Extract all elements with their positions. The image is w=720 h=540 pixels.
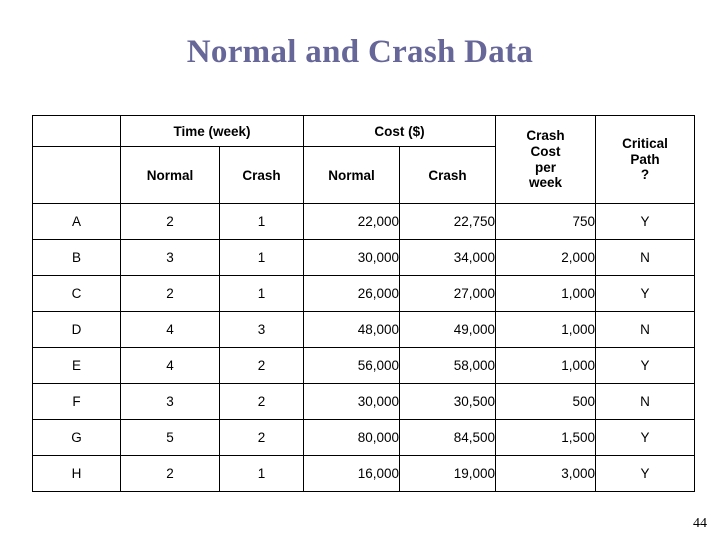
cell-cost-crash: 19,000: [399, 455, 497, 492]
header-critical-path-line-1: Critical: [622, 135, 668, 151]
cell-activity: B: [32, 239, 121, 276]
table-row: A 2 1 22,000 22,750 750 Y: [32, 203, 696, 240]
cell-time-normal: 2: [120, 203, 220, 240]
cell-time-crash: 2: [218, 347, 305, 384]
cell-cost-crash: 34,000: [399, 239, 497, 276]
cell-time-normal: 2: [120, 275, 220, 312]
cell-time-crash: 1: [218, 275, 305, 312]
cell-critical-path: Y: [595, 275, 696, 312]
header-time-week: Time (week): [119, 115, 305, 147]
cell-time-crash: 1: [218, 203, 305, 240]
cell-activity: G: [32, 419, 121, 456]
cell-activity: F: [32, 383, 121, 420]
header-critical-path: Critical Path ?: [595, 115, 696, 204]
cell-time-normal: 3: [120, 239, 220, 276]
cell-critical-path: N: [595, 239, 696, 276]
slide-page-number: 44: [693, 516, 707, 531]
cell-crash-cost-week: 2,000: [495, 239, 597, 276]
cell-activity: D: [32, 311, 121, 348]
cell-time-normal: 4: [120, 347, 220, 384]
cell-cost-crash: 30,500: [399, 383, 497, 420]
normal-and-crash-data-table: Time (week) Cost ($) Crash Cost per week…: [32, 115, 696, 492]
cell-time-normal: 4: [120, 311, 220, 348]
cell-time-normal: 3: [120, 383, 220, 420]
cell-cost-crash: 49,000: [399, 311, 497, 348]
table-row: B 3 1 30,000 34,000 2,000 N: [32, 239, 696, 276]
cell-activity: H: [32, 455, 121, 492]
cell-time-crash: 2: [218, 383, 305, 420]
page-title: Normal and Crash Data: [186, 34, 534, 70]
cell-cost-normal: 48,000: [303, 311, 401, 348]
table-row: G 5 2 80,000 84,500 1,500 Y: [32, 419, 696, 456]
cell-critical-path: Y: [595, 455, 696, 492]
cell-critical-path: Y: [595, 203, 696, 240]
cell-crash-cost-week: 750: [495, 203, 597, 240]
cell-activity: E: [32, 347, 121, 384]
cell-cost-crash: 27,000: [399, 275, 497, 312]
cell-activity: A: [32, 203, 121, 240]
cell-crash-cost-week: 500: [495, 383, 597, 420]
cell-cost-normal: 22,000: [303, 203, 401, 240]
cell-cost-normal: 30,000: [303, 383, 401, 420]
cell-time-crash: 1: [218, 455, 305, 492]
cell-critical-path: N: [595, 383, 696, 420]
header-row-groups: Time (week) Cost ($) Crash Cost per week…: [32, 115, 696, 204]
header-cost-dollars: Cost ($): [303, 115, 497, 147]
table-row: F 3 2 30,000 30,500 500 N: [32, 383, 696, 420]
header-crash-cost-line-3: per: [535, 159, 557, 175]
header-cost-crash: Crash: [399, 146, 497, 204]
header-activity-blank: [32, 146, 121, 204]
slide-canvas: Normal and Crash Data Time (week) Cost (…: [0, 0, 720, 540]
table-row: H 2 1 16,000 19,000 3,000 Y: [32, 455, 696, 492]
table-row: C 2 1 26,000 27,000 1,000 Y: [32, 275, 696, 312]
cell-crash-cost-week: 1,500: [495, 419, 597, 456]
data-table: Time (week) Cost ($) Crash Cost per week…: [32, 115, 696, 492]
cell-critical-path: Y: [595, 347, 696, 384]
header-corner-blank: [32, 115, 121, 147]
cell-critical-path: N: [595, 311, 696, 348]
cell-cost-normal: 56,000: [303, 347, 401, 384]
cell-cost-normal: 30,000: [303, 239, 401, 276]
cell-cost-crash: 84,500: [399, 419, 497, 456]
cell-time-normal: 5: [120, 419, 220, 456]
header-crash-cost-per-week: Crash Cost per week: [495, 115, 597, 204]
cell-crash-cost-week: 1,000: [495, 275, 597, 312]
header-time-normal: Normal: [120, 146, 220, 204]
header-time-crash: Crash: [218, 146, 305, 204]
cell-crash-cost-week: 1,000: [495, 347, 597, 384]
cell-cost-crash: 58,000: [399, 347, 497, 384]
cell-activity: C: [32, 275, 121, 312]
header-critical-path-line-2: Path: [630, 151, 660, 167]
cell-crash-cost-week: 3,000: [495, 455, 597, 492]
cell-time-normal: 2: [120, 455, 220, 492]
header-crash-cost-line-2: Cost: [530, 143, 561, 159]
table-row: D 4 3 48,000 49,000 1,000 N: [32, 311, 696, 348]
cell-cost-normal: 26,000: [303, 275, 401, 312]
cell-cost-crash: 22,750: [399, 203, 497, 240]
cell-cost-normal: 16,000: [303, 455, 401, 492]
cell-critical-path: Y: [595, 419, 696, 456]
header-crash-cost-line-1: Crash: [526, 127, 565, 143]
table-row: E 4 2 56,000 58,000 1,000 Y: [32, 347, 696, 384]
header-cost-normal: Normal: [303, 146, 401, 204]
header-critical-path-line-3: ?: [640, 167, 650, 183]
table-body: A 2 1 22,000 22,750 750 Y B 3 1 30,000 3…: [32, 203, 696, 492]
cell-crash-cost-week: 1,000: [495, 311, 597, 348]
header-crash-cost-line-4: week: [529, 175, 563, 191]
table-head: Time (week) Cost ($) Crash Cost per week…: [32, 115, 696, 204]
cell-time-crash: 2: [218, 419, 305, 456]
cell-time-crash: 3: [218, 311, 305, 348]
cell-cost-normal: 80,000: [303, 419, 401, 456]
cell-time-crash: 1: [218, 239, 305, 276]
